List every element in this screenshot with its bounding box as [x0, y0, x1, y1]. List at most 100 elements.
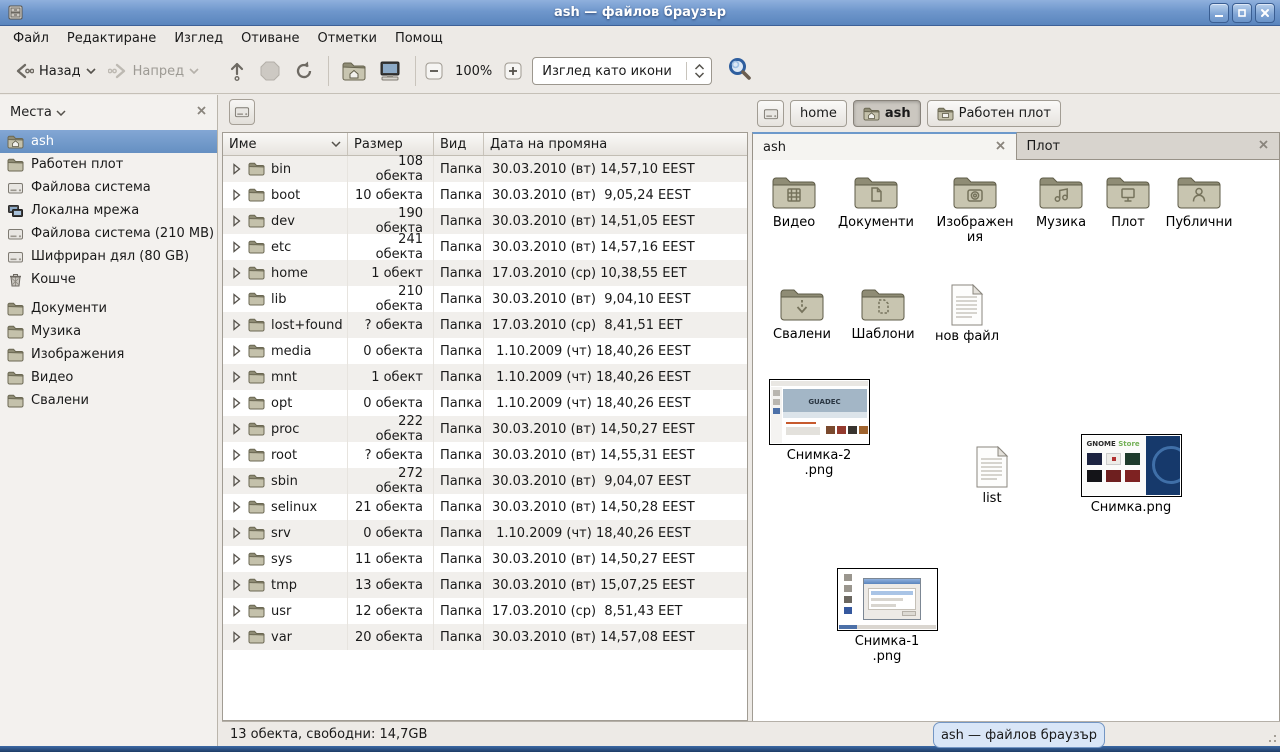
sidebar-item[interactable]: Кошче [0, 268, 217, 291]
expander-icon[interactable] [231, 241, 242, 253]
menu-item[interactable]: Отметки [308, 29, 385, 48]
table-row[interactable]: media 0 обекта Папка 1.10.2009 (чт) 18,4… [223, 338, 747, 364]
menu-item[interactable]: Помощ [386, 29, 452, 48]
table-row[interactable]: proc 222 обекта Папка 30.03.2010 (вт) 14… [223, 416, 747, 442]
folder-size: 0 обекта [348, 390, 434, 416]
table-row[interactable]: bin 108 обекта Папка 30.03.2010 (вт) 14,… [223, 156, 747, 182]
forward-button[interactable]: Напред [102, 57, 205, 85]
sidebar-item[interactable]: Локална мрежа [0, 199, 217, 222]
expander-icon[interactable] [231, 579, 242, 591]
expander-icon[interactable] [231, 397, 242, 409]
pathbar-button-home[interactable]: home [790, 100, 847, 127]
expander-icon[interactable] [231, 449, 242, 461]
pathbar-button-desktop[interactable]: Работен плот [927, 100, 1061, 127]
column-header-size[interactable]: Размер [348, 133, 434, 155]
sidebar-item[interactable]: Видео [0, 366, 217, 389]
tab-ash[interactable]: ash [752, 132, 1017, 160]
sidebar-item[interactable]: Документи [0, 297, 217, 320]
icon-item-video[interactable]: Видео [749, 174, 839, 230]
table-row[interactable]: home 1 обект Папка 17.03.2010 (ср) 10,38… [223, 260, 747, 286]
table-row[interactable]: var 20 обекта Папка 30.03.2010 (вт) 14,5… [223, 624, 747, 650]
expander-icon[interactable] [231, 527, 242, 539]
resize-grip[interactable] [1264, 730, 1276, 742]
table-row[interactable]: lib 210 обекта Папка 30.03.2010 (вт) 9,0… [223, 286, 747, 312]
chevron-down-icon[interactable] [56, 110, 66, 116]
tab-desktop[interactable]: Плот [1017, 132, 1280, 160]
zoom-out-button[interactable] [423, 60, 445, 82]
stop-button[interactable] [253, 55, 287, 87]
expander-icon[interactable] [231, 319, 242, 331]
expander-icon[interactable] [231, 423, 242, 435]
column-header-type[interactable]: Вид [434, 133, 484, 155]
home-button[interactable] [336, 56, 372, 86]
search-button[interactable] [724, 53, 756, 89]
expander-icon[interactable] [231, 475, 242, 487]
icon-item-snimka2[interactable]: GUADEC Снимка-2.png [767, 379, 871, 478]
sidebar-item[interactable]: Файлова система [0, 176, 217, 199]
icon-item-snimka1[interactable]: Снимка-1.png [835, 568, 939, 664]
filesystem-root-button[interactable] [229, 99, 255, 125]
table-row[interactable]: etc 241 обекта Папка 30.03.2010 (вт) 14,… [223, 234, 747, 260]
zoom-in-button[interactable] [502, 60, 524, 82]
up-button[interactable] [221, 55, 253, 87]
icon-item-public[interactable]: Публични [1154, 174, 1244, 230]
table-row[interactable]: boot 10 обекта Папка 30.03.2010 (вт) 9,0… [223, 182, 747, 208]
menu-item[interactable]: Файл [4, 29, 58, 48]
expander-icon[interactable] [231, 553, 242, 565]
table-row[interactable]: lost+found ? обекта Папка 17.03.2010 (ср… [223, 312, 747, 338]
expander-icon[interactable] [231, 501, 242, 513]
sidebar-item[interactable]: ash [0, 130, 217, 153]
table-row[interactable]: usr 12 обекта Папка 17.03.2010 (ср) 8,51… [223, 598, 747, 624]
menu-item[interactable]: Редактиране [58, 29, 165, 48]
expander-icon[interactable] [231, 189, 242, 201]
icon-item-snimka[interactable]: GNOME Store Снимка.png [1079, 434, 1183, 515]
icon-item-images[interactable]: Изображения [936, 174, 1014, 245]
view-mode-combobox[interactable]: Изглед като икони [532, 57, 712, 85]
sidebar-item[interactable]: Музика [0, 320, 217, 343]
tab-close-icon[interactable] [1258, 139, 1269, 154]
expander-icon[interactable] [231, 163, 242, 175]
minimize-button[interactable] [1209, 3, 1229, 23]
icon-item-list[interactable]: list [957, 446, 1027, 506]
sidebar-item[interactable]: Файлова система (210 MB) [0, 222, 217, 245]
sidebar-item[interactable]: Изображения [0, 343, 217, 366]
icon-item-documents[interactable]: Документи [831, 174, 921, 230]
icon-item-new-file[interactable]: нов файл [922, 284, 1012, 344]
table-row[interactable]: tmp 13 обекта Папка 30.03.2010 (вт) 15,0… [223, 572, 747, 598]
sidebar-item[interactable]: Шифриран дял (80 GB) [0, 245, 217, 268]
table-row[interactable]: sys 11 обекта Папка 30.03.2010 (вт) 14,5… [223, 546, 747, 572]
sidebar-item[interactable]: Работен плот [0, 153, 217, 176]
table-row[interactable]: mnt 1 обект Папка 1.10.2009 (чт) 18,40,2… [223, 364, 747, 390]
titlebar[interactable]: ash — файлов браузър [0, 0, 1280, 26]
tab-close-icon[interactable] [995, 140, 1006, 155]
pathbar-root-button[interactable] [757, 100, 784, 127]
expander-icon[interactable] [231, 631, 242, 643]
icon-item-downloads[interactable]: Свалени [757, 286, 847, 342]
computer-button[interactable] [372, 55, 408, 87]
back-button[interactable]: Назад [8, 57, 102, 85]
table-row[interactable]: selinux 21 обекта Папка 30.03.2010 (вт) … [223, 494, 747, 520]
column-header-date[interactable]: Дата на промяна [484, 133, 747, 155]
close-button[interactable] [1255, 3, 1275, 23]
expander-icon[interactable] [231, 293, 242, 305]
table-row[interactable]: opt 0 обекта Папка 1.10.2009 (чт) 18,40,… [223, 390, 747, 416]
table-row[interactable]: root ? обекта Папка 30.03.2010 (вт) 14,5… [223, 442, 747, 468]
menu-item[interactable]: Изглед [165, 29, 232, 48]
menu-item[interactable]: Отиване [232, 29, 308, 48]
table-row[interactable]: dev 190 обекта Папка 30.03.2010 (вт) 14,… [223, 208, 747, 234]
expander-icon[interactable] [231, 605, 242, 617]
sidebar-title[interactable]: Места [10, 105, 52, 120]
reload-button[interactable] [287, 55, 321, 87]
maximize-button[interactable] [1232, 3, 1252, 23]
expander-icon[interactable] [231, 215, 242, 227]
sidebar-item[interactable]: Свалени [0, 389, 217, 412]
icon-item-templates[interactable]: Шаблони [838, 286, 928, 342]
expander-icon[interactable] [231, 371, 242, 383]
pathbar-button-ash[interactable]: ash [853, 100, 921, 127]
sidebar-close-icon[interactable] [196, 105, 207, 120]
expander-icon[interactable] [231, 345, 242, 357]
column-header-name[interactable]: Име [223, 133, 348, 155]
table-row[interactable]: srv 0 обекта Папка 1.10.2009 (чт) 18,40,… [223, 520, 747, 546]
table-row[interactable]: sbin 272 обекта Папка 30.03.2010 (вт) 9,… [223, 468, 747, 494]
expander-icon[interactable] [231, 267, 242, 279]
